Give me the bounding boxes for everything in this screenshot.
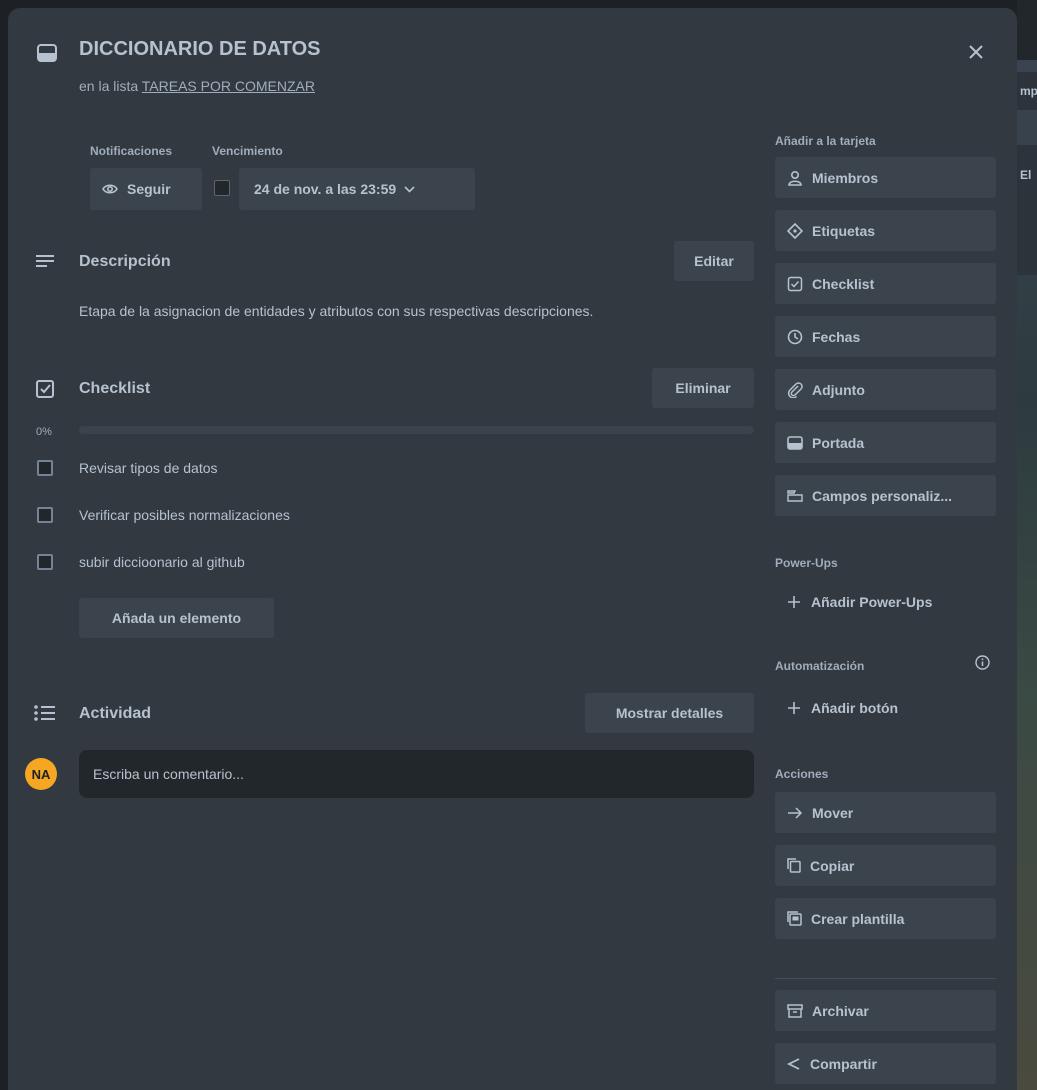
due-date-button[interactable]: 24 de nov. a las 23:59: [239, 168, 475, 210]
template-icon: [787, 911, 802, 926]
board-list-peek: [1017, 145, 1037, 275]
description-heading: Descripción: [79, 253, 171, 270]
create-template-label: Crear plantilla: [811, 910, 905, 927]
show-details-button[interactable]: Mostrar detalles: [585, 693, 754, 733]
add-button-automation[interactable]: Añadir botón: [775, 689, 996, 727]
dates-label: Fechas: [812, 328, 861, 345]
copy-icon: [787, 858, 801, 873]
card-title[interactable]: DICCIONARIO DE DATOS: [79, 38, 321, 61]
checklist-heading[interactable]: Checklist: [79, 380, 150, 398]
close-button[interactable]: [960, 36, 992, 68]
labels-label: Etiquetas: [812, 222, 876, 239]
automation-heading: Automatización: [775, 659, 865, 673]
checklist-button[interactable]: Checklist: [775, 263, 996, 304]
close-icon: [969, 45, 983, 59]
add-checklist-item-button[interactable]: Añada un elemento: [79, 598, 274, 638]
move-label: Mover: [812, 804, 854, 821]
move-button[interactable]: Mover: [775, 792, 996, 833]
checklist-progress-bar: [79, 426, 754, 434]
actions-divider: [775, 978, 996, 979]
archive-button[interactable]: Archivar: [775, 990, 996, 1031]
checklist-item-checkbox[interactable]: [37, 507, 53, 523]
copy-label: Copiar: [810, 857, 855, 874]
dates-button[interactable]: Fechas: [775, 316, 996, 357]
info-icon[interactable]: [975, 655, 990, 670]
share-icon: [787, 1057, 801, 1071]
share-label: Compartir: [810, 1055, 877, 1072]
description-icon: [35, 254, 55, 270]
delete-checklist-button[interactable]: Eliminar: [652, 368, 754, 408]
avatar[interactable]: NA: [25, 758, 57, 790]
cover-button[interactable]: Portada: [775, 422, 996, 463]
progress-percent: 0%: [36, 426, 52, 438]
custom-fields-label: Campos personaliz...: [812, 487, 953, 504]
add-powerups-label: Añadir Power-Ups: [811, 594, 933, 610]
chevron-down-icon: [404, 185, 415, 193]
checklist-item[interactable]: Revisar tipos de datos: [79, 460, 218, 476]
card-detail-modal: DICCIONARIO DE DATOS en la lista TAREAS …: [8, 8, 1017, 1090]
custom-fields-icon: [787, 489, 803, 502]
archive-icon: [787, 1003, 803, 1018]
attachment-label: Adjunto: [812, 381, 865, 398]
checklist-label: Checklist: [812, 275, 875, 292]
cover-label: Portada: [812, 434, 865, 451]
board-background: mp El: [1017, 0, 1037, 1090]
person-icon: [787, 170, 803, 186]
list-link[interactable]: TAREAS POR COMENZAR: [142, 78, 315, 94]
eye-icon: [102, 183, 118, 195]
actions-heading: Acciones: [775, 767, 829, 781]
paperclip-icon: [787, 381, 803, 398]
arrow-right-icon: [787, 806, 803, 819]
powerups-heading: Power-Ups: [775, 556, 838, 570]
attachment-button[interactable]: Adjunto: [775, 369, 996, 410]
custom-fields-button[interactable]: Campos personaliz...: [775, 475, 996, 516]
checklist-item[interactable]: Verificar posibles normalizaciones: [79, 507, 290, 523]
cover-icon: [787, 435, 803, 450]
due-complete-checkbox[interactable]: [214, 180, 230, 196]
checklist-item-checkbox[interactable]: [37, 460, 53, 476]
add-powerups-button[interactable]: Añadir Power-Ups: [775, 583, 996, 621]
add-button-label: Añadir botón: [811, 700, 899, 716]
board-peek-text: mp: [1020, 84, 1037, 98]
notifications-label: Notificaciones: [90, 144, 173, 158]
archive-label: Archivar: [812, 1002, 869, 1019]
members-button[interactable]: Miembros: [775, 157, 996, 198]
follow-label: Seguir: [127, 181, 171, 197]
due-date-value: 24 de nov. a las 23:59: [254, 181, 397, 197]
checklist-icon: [36, 380, 54, 398]
card-list-info: en la lista TAREAS POR COMENZAR: [79, 78, 315, 94]
activity-icon: [34, 705, 56, 721]
create-template-button[interactable]: Crear plantilla: [775, 898, 996, 939]
members-label: Miembros: [812, 169, 879, 186]
labels-button[interactable]: Etiquetas: [775, 210, 996, 251]
clock-icon: [787, 329, 803, 345]
checklist-item-checkbox[interactable]: [37, 554, 53, 570]
edit-description-button[interactable]: Editar: [674, 241, 754, 281]
comment-input[interactable]: [79, 750, 754, 798]
list-prefix: en la lista: [79, 78, 139, 94]
description-text[interactable]: Etapa de la asignacion de entidades y at…: [79, 303, 593, 319]
tag-icon: [787, 222, 803, 239]
share-button[interactable]: Compartir: [775, 1043, 996, 1084]
activity-heading: Actividad: [79, 705, 152, 722]
follow-button[interactable]: Seguir: [90, 168, 202, 210]
plus-icon: [787, 701, 801, 715]
checklist-icon: [787, 276, 803, 292]
checklist-item[interactable]: subir diccioonario al github: [79, 554, 245, 570]
plus-icon: [787, 595, 801, 609]
copy-button[interactable]: Copiar: [775, 845, 996, 886]
card-icon: [37, 44, 57, 62]
board-list-peek-text: El: [1020, 168, 1032, 182]
add-to-card-heading: Añadir a la tarjeta: [775, 134, 876, 148]
due-label: Vencimiento: [212, 144, 283, 158]
